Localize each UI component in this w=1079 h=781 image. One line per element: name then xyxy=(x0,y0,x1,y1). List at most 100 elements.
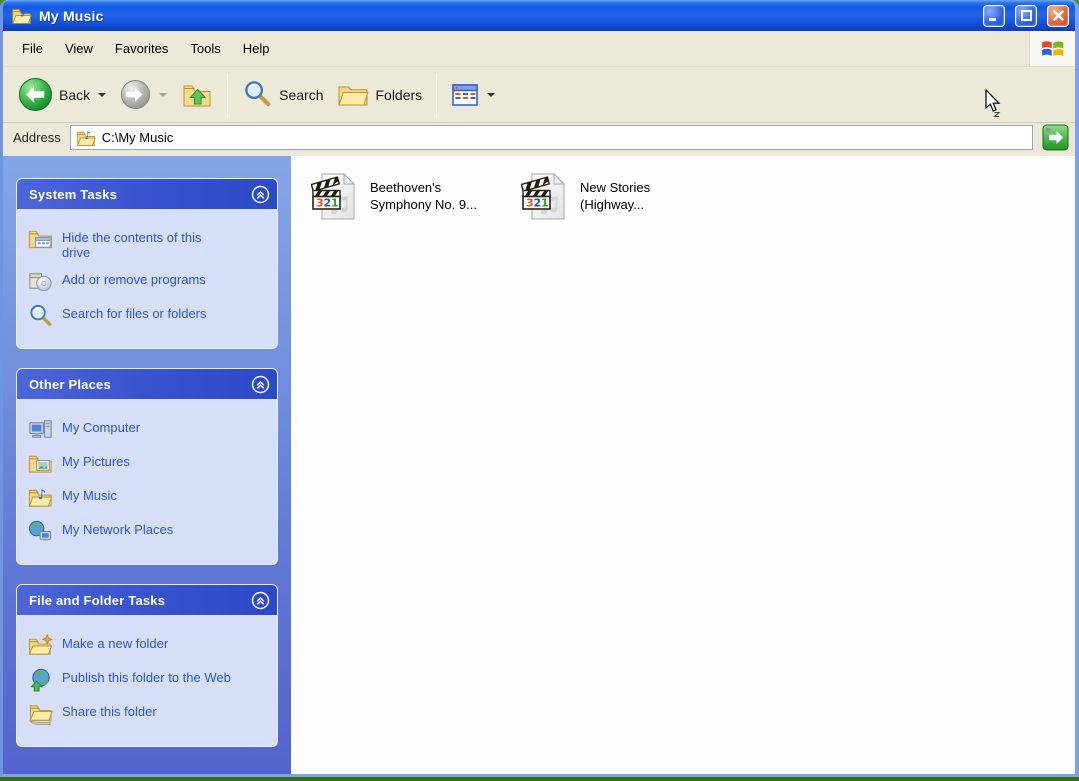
minimize-button[interactable] xyxy=(983,5,1005,27)
windows-logo-icon xyxy=(1029,31,1075,66)
task-label: My Pictures xyxy=(62,451,130,469)
panel-title: System Tasks xyxy=(29,187,117,202)
publish-to-web-icon xyxy=(28,667,53,692)
menu-file[interactable]: File xyxy=(11,37,54,60)
svg-text:1: 1 xyxy=(331,197,339,210)
panel-title: Other Places xyxy=(29,377,111,392)
my-music-folder-icon: ♪ xyxy=(11,5,32,26)
file-label-line2: Symphony No. 9... xyxy=(370,196,477,213)
explorer-window: ♪ My Music File View Favorites Tools Hel… xyxy=(0,0,1079,777)
task-label: Search for files or folders xyxy=(62,303,207,321)
task-label: Share this folder xyxy=(62,701,157,719)
menu-tools[interactable]: Tools xyxy=(179,37,231,60)
addressbar: Address ♪ C:\My Music xyxy=(3,123,1075,156)
back-label: Back xyxy=(59,87,90,103)
svg-text:3: 3 xyxy=(526,197,534,210)
file-label-line2: (Highway... xyxy=(580,196,650,213)
file-tile-beethoven[interactable]: 3 2 1 Beethoven's Symphony No. 9... xyxy=(311,170,521,222)
search-button[interactable]: Search xyxy=(235,76,330,113)
views-dropdown-icon[interactable] xyxy=(487,93,495,97)
svg-text:♪: ♪ xyxy=(84,128,91,141)
task-hide-contents[interactable]: Hide the contents of this drive xyxy=(28,227,269,260)
views-button[interactable] xyxy=(444,78,502,112)
forward-arrow-icon xyxy=(120,79,151,110)
my-network-places-icon xyxy=(28,519,53,544)
menubar: File View Favorites Tools Help xyxy=(3,31,1075,67)
menu-view[interactable]: View xyxy=(54,37,104,60)
address-input[interactable]: ♪ C:\My Music xyxy=(70,125,1033,150)
file-label: Beethoven's Symphony No. 9... xyxy=(370,179,477,213)
search-label: Search xyxy=(279,87,323,103)
svg-text:♪: ♪ xyxy=(38,488,47,503)
toolbar-separator xyxy=(227,73,228,117)
main-area: System Tasks xyxy=(3,156,1075,774)
file-label-line1: New Stories xyxy=(580,179,650,196)
panel-header-file-folder-tasks[interactable]: File and Folder Tasks xyxy=(16,584,278,615)
forward-button[interactable] xyxy=(113,76,174,113)
task-make-new-folder[interactable]: Make a new folder xyxy=(28,633,269,658)
panel-other-places: Other Places xyxy=(16,368,278,565)
svg-text:1: 1 xyxy=(541,197,549,210)
my-pictures-icon xyxy=(28,451,53,476)
svg-text:2: 2 xyxy=(534,197,542,210)
toolbar-separator xyxy=(436,73,437,117)
media-clip-file-icon: 3 2 1 xyxy=(311,170,361,222)
panel-system-tasks: System Tasks xyxy=(16,178,278,349)
task-my-network-places[interactable]: My Network Places xyxy=(28,519,269,544)
maximize-button[interactable] xyxy=(1015,5,1037,27)
address-value: C:\My Music xyxy=(102,130,174,145)
my-music-icon: ♪ xyxy=(28,485,53,510)
task-label: Publish this folder to the Web xyxy=(62,667,231,685)
file-tile-new-stories[interactable]: 3 2 1 New Stories (Highway... xyxy=(521,170,731,222)
folders-button[interactable]: Folders xyxy=(330,76,429,114)
panel-title: File and Folder Tasks xyxy=(29,593,165,608)
go-button[interactable] xyxy=(1042,124,1069,151)
svg-text:2: 2 xyxy=(324,197,332,210)
back-dropdown-icon[interactable] xyxy=(98,93,106,97)
task-search-files[interactable]: Search for files or folders xyxy=(28,303,269,328)
drive-contents-icon xyxy=(28,227,53,252)
chevron-up-icon[interactable] xyxy=(251,591,270,610)
task-label: Add or remove programs xyxy=(62,269,206,287)
panel-file-folder-tasks: File and Folder Tasks xyxy=(16,584,278,747)
task-label: My Network Places xyxy=(62,519,173,537)
window-title: My Music xyxy=(39,8,973,24)
task-label: Make a new folder xyxy=(62,633,168,651)
up-button[interactable] xyxy=(174,76,220,114)
panel-body: Make a new folder Publish this folder to… xyxy=(16,615,278,747)
task-my-pictures[interactable]: My Pictures xyxy=(28,451,269,476)
forward-dropdown-icon xyxy=(159,93,167,97)
svg-text:3: 3 xyxy=(316,197,324,210)
file-label: New Stories (Highway... xyxy=(580,179,650,213)
task-label: My Computer xyxy=(62,417,140,435)
task-my-computer[interactable]: My Computer xyxy=(28,417,269,442)
chevron-up-icon[interactable] xyxy=(251,375,270,394)
panel-header-other-places[interactable]: Other Places xyxy=(16,368,278,399)
menu-favorites[interactable]: Favorites xyxy=(104,37,179,60)
task-label: Hide the contents of this drive xyxy=(62,227,232,260)
titlebar[interactable]: ♪ My Music xyxy=(3,0,1075,31)
address-folder-music-icon: ♪ xyxy=(76,128,96,148)
panel-header-system-tasks[interactable]: System Tasks xyxy=(16,178,278,209)
my-computer-icon xyxy=(28,417,53,442)
file-list: 3 2 1 Beethoven's Symphony No. 9... xyxy=(291,156,1075,774)
chevron-up-icon[interactable] xyxy=(251,185,270,204)
folders-icon xyxy=(337,79,369,111)
up-folder-icon xyxy=(181,79,213,111)
panel-body: Hide the contents of this drive xyxy=(16,209,278,349)
folders-label: Folders xyxy=(375,87,422,103)
sidebar: System Tasks xyxy=(3,156,291,774)
back-button[interactable]: Back xyxy=(11,74,113,115)
task-my-music[interactable]: ♪ My Music xyxy=(28,485,269,510)
search-icon xyxy=(28,303,53,328)
go-arrow-icon xyxy=(1042,124,1069,151)
svg-text:♪: ♪ xyxy=(20,5,27,19)
task-share-folder[interactable]: Share this folder xyxy=(28,701,269,726)
make-new-folder-icon xyxy=(28,633,53,658)
share-folder-icon xyxy=(28,701,53,726)
task-publish-to-web[interactable]: Publish this folder to the Web xyxy=(28,667,269,692)
menu-help[interactable]: Help xyxy=(232,37,281,60)
task-add-remove-programs[interactable]: Add or remove programs xyxy=(28,269,269,294)
close-button[interactable] xyxy=(1047,5,1069,27)
toolbar: Back xyxy=(3,67,1075,123)
